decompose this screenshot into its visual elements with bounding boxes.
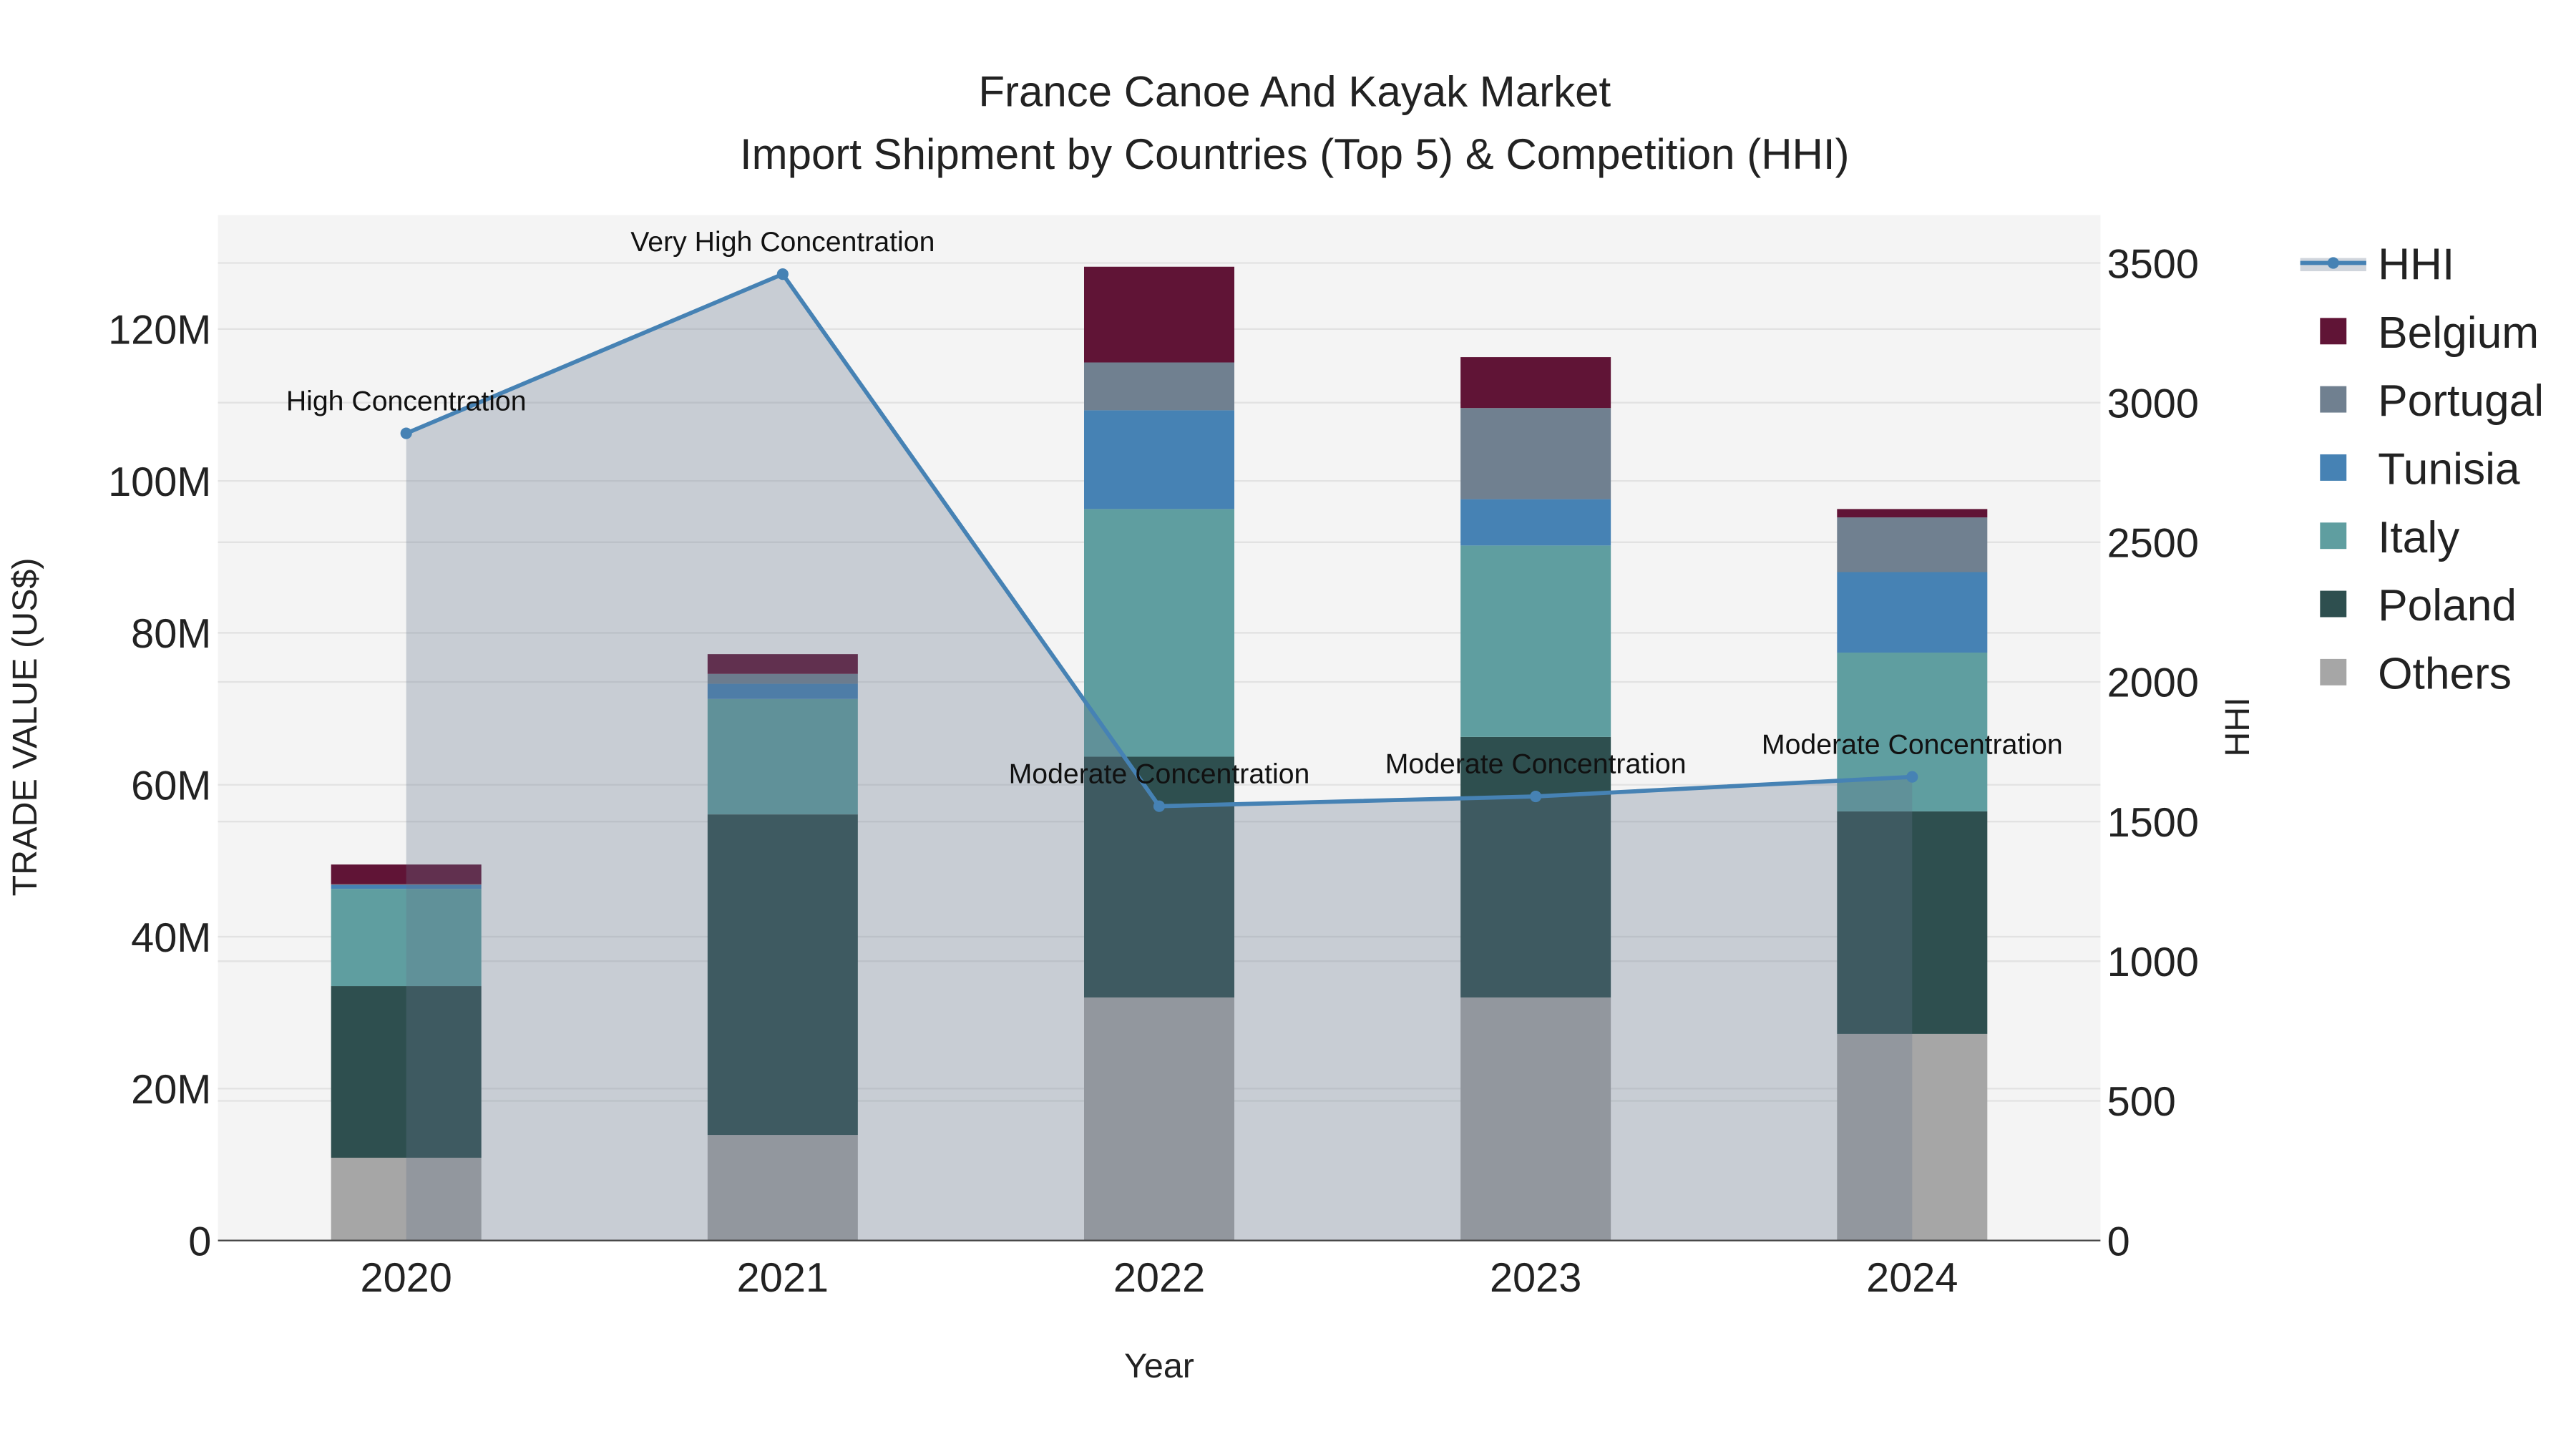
legend-label-hhi: HHI	[2378, 240, 2454, 290]
hhi-point-2024	[1906, 771, 1918, 783]
legend-swatch-portugal	[2320, 386, 2347, 413]
chart-title: France Canoe And Kayak Market	[978, 67, 1611, 115]
y2-tick-label: 1000	[2107, 940, 2199, 985]
legend-swatch-poland	[2320, 590, 2347, 618]
y2-tick-label: 3000	[2107, 381, 2199, 426]
x-tick-label: 2021	[737, 1255, 829, 1301]
bar-belgium-2023	[1460, 357, 1611, 409]
legend-label-poland: Poland	[2378, 581, 2517, 630]
bar-portugal-2024	[1837, 517, 1988, 572]
y2-tick-label: 2000	[2107, 660, 2199, 706]
legend-swatch-others	[2320, 658, 2347, 686]
bar-tunisia-2023	[1460, 499, 1611, 546]
legend-label-belgium: Belgium	[2378, 308, 2539, 358]
x-tick-label: 2023	[1490, 1255, 1581, 1301]
bar-portugal-2023	[1460, 408, 1611, 499]
x-tick-label: 2020	[361, 1255, 452, 1301]
legend-label-italy: Italy	[2378, 513, 2460, 562]
legend-swatch-belgium	[2320, 318, 2347, 345]
hhi-annotation: Moderate Concentration	[1385, 748, 1687, 780]
y2-axis-title: HHI	[2218, 697, 2257, 756]
y-tick-label: 120M	[108, 308, 211, 353]
y-tick-label: 0	[188, 1219, 211, 1264]
chart-subtitle: Import Shipment by Countries (Top 5) & C…	[740, 130, 1850, 178]
legend-swatch-hhi-marker	[2327, 257, 2339, 269]
bar-portugal-2022	[1084, 362, 1234, 411]
hhi-annotation: High Concentration	[286, 385, 527, 416]
hhi-point-2022	[1153, 800, 1166, 812]
legend-swatch-italy	[2320, 522, 2347, 550]
legend-label-portugal: Portugal	[2378, 376, 2544, 426]
hhi-point-2020	[400, 427, 412, 439]
hhi-annotation: Moderate Concentration	[1009, 758, 1310, 789]
bar-belgium-2024	[1837, 509, 1988, 518]
y-tick-label: 80M	[131, 611, 211, 657]
y-tick-label: 40M	[131, 915, 211, 961]
y-tick-label: 60M	[131, 763, 211, 809]
x-tick-label: 2024	[1866, 1255, 1958, 1301]
legend-label-tunisia: Tunisia	[2378, 444, 2520, 494]
y2-tick-label: 2500	[2107, 521, 2199, 567]
hhi-point-2021	[776, 268, 789, 280]
hhi-annotation: Moderate Concentration	[1762, 728, 2063, 760]
legend-swatch-tunisia	[2320, 454, 2347, 481]
legend-label-others: Others	[2378, 649, 2512, 698]
y-axis-title: TRADE VALUE (US$)	[6, 557, 44, 896]
bar-belgium-2022	[1084, 266, 1234, 363]
hhi-point-2023	[1530, 790, 1542, 803]
y-tick-label: 100M	[108, 459, 211, 505]
y-tick-label: 20M	[131, 1067, 211, 1113]
bar-tunisia-2022	[1084, 410, 1234, 509]
bar-italy-2022	[1084, 509, 1234, 757]
y2-tick-label: 0	[2107, 1219, 2130, 1264]
y2-tick-label: 1500	[2107, 800, 2199, 846]
y2-tick-label: 3500	[2107, 241, 2199, 287]
x-axis-title: Year	[1124, 1347, 1194, 1385]
x-tick-label: 2022	[1113, 1255, 1205, 1301]
y2-tick-label: 500	[2107, 1079, 2176, 1125]
hhi-annotation: Very High Concentration	[630, 226, 935, 258]
trade-chart: 0 20M 40M 60M 80M 100M 120M 0 500 1000 1500 2000 25…	[0, 0, 2576, 1449]
bar-tunisia-2024	[1837, 572, 1988, 653]
bar-italy-2023	[1460, 545, 1611, 737]
